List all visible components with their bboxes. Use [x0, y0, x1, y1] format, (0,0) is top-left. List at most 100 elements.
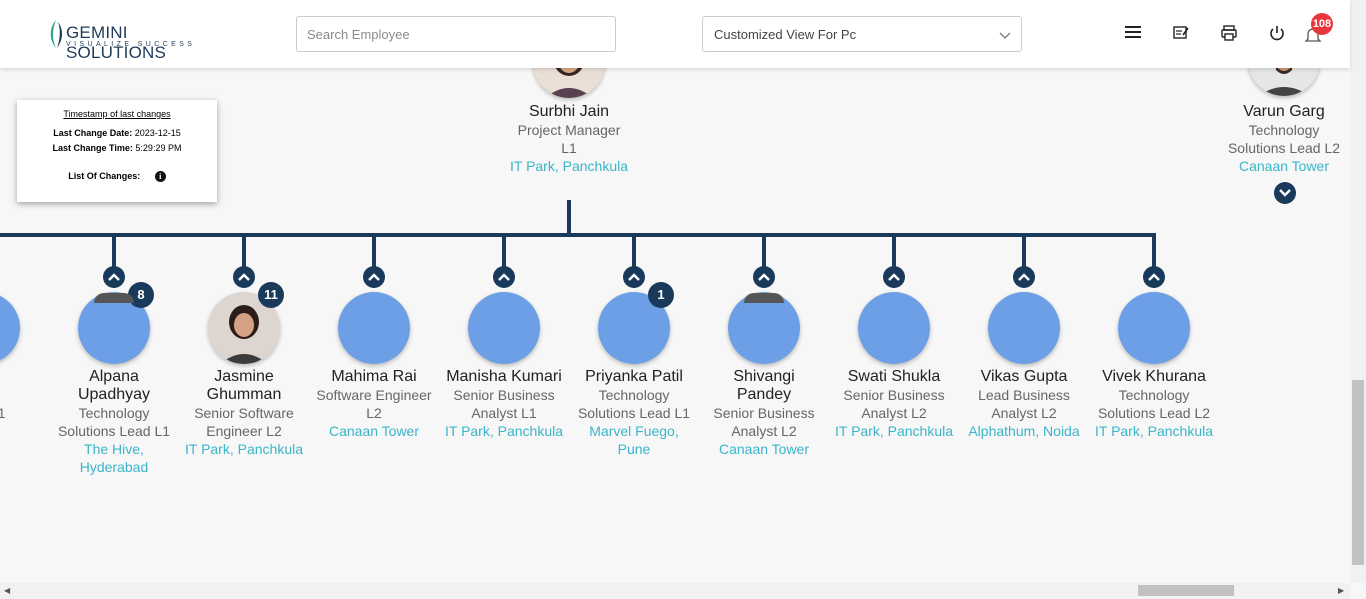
employee-designation: Solutions Lead L2	[1097, 405, 1211, 421]
chevron-up-icon	[238, 273, 250, 281]
employee-designation: ead L1	[0, 405, 6, 421]
employee-designation: Senior Business	[713, 405, 815, 421]
employee-node: Manisha Kumari Senior Business Analyst L1 I…	[439, 368, 569, 440]
list-of-changes-row: List Of Changes: i	[17, 171, 217, 183]
timestamp-card: Timestamp of last changes Last Change Da…	[17, 100, 217, 202]
collapse-toggle[interactable]	[493, 266, 515, 288]
employee-name[interactable]: Jasmine	[179, 368, 309, 386]
manager-node-surbhi: Surbhi Jain Project Manager L1 IT Park, …	[504, 103, 634, 175]
employee-location: Marvel Fuego,	[589, 423, 679, 439]
view-select[interactable]: Customized View For Pc	[702, 16, 1022, 52]
vertical-scroll-thumb[interactable]	[1352, 380, 1364, 565]
collapse-toggle[interactable]	[363, 266, 385, 288]
employee-name[interactable]: Pandey	[699, 386, 829, 404]
vertical-scrollbar[interactable]	[1350, 0, 1366, 583]
employee-location: IT Park, Panchkula	[444, 423, 564, 439]
report-count-badge[interactable]: 11	[258, 282, 284, 308]
list-of-changes-label: List Of Changes:	[68, 171, 141, 181]
employee-designation: Analyst L1	[471, 405, 537, 421]
last-change-time-value: 5:29:29 PM	[135, 143, 182, 153]
avatar[interactable]	[1118, 292, 1190, 364]
manager-node-varun: Varun Garg Technology Solutions Lead L2 …	[1219, 103, 1349, 175]
chevron-up-icon	[108, 273, 120, 281]
chevron-down-icon	[999, 32, 1011, 39]
timestamp-title: Timestamp of last changes	[63, 109, 171, 119]
employee-location: Canaan Tower	[1238, 158, 1330, 174]
employee-designation: Senior Business	[843, 387, 945, 403]
notification-count-badge: 108	[1311, 13, 1333, 35]
avatar[interactable]	[858, 292, 930, 364]
last-change-date-row: Last Change Date: 2023-12-15	[17, 128, 217, 138]
employee-designation: Analyst L2	[991, 405, 1057, 421]
employee-name[interactable]: Shivangi	[699, 368, 829, 386]
avatar[interactable]	[468, 292, 540, 364]
org-chart: Surbhi Jain Project Manager L1 IT Park, …	[0, 0, 1350, 583]
scroll-right-arrow-icon[interactable]: ▶	[1338, 586, 1344, 595]
collapse-toggle[interactable]	[753, 266, 775, 288]
employee-name[interactable]: Vivek Khurana	[1089, 368, 1219, 386]
edit-note-icon[interactable]	[1172, 24, 1190, 42]
employee-designation: Solutions Lead L2	[1227, 140, 1341, 156]
collapse-toggle[interactable]	[883, 266, 905, 288]
employee-name[interactable]: Alpana	[49, 368, 179, 386]
employee-name[interactable]: Vikas Gupta	[959, 368, 1089, 386]
employee-name[interactable]: Upadhyay	[49, 386, 179, 404]
collapse-toggle[interactable]	[623, 266, 645, 288]
employee-name[interactable]: Jain	[0, 368, 49, 386]
employee-name[interactable]: Manisha Kumari	[439, 368, 569, 386]
leaf-logo-icon	[50, 20, 63, 48]
employee-location: IT Park, Panchkula	[834, 423, 954, 439]
menu-icon[interactable]	[1124, 24, 1142, 40]
employee-node: Vivek Khurana Technology Solutions Lead L2…	[1089, 368, 1219, 440]
employee-designation: Senior Software	[194, 405, 294, 421]
report-count-badge[interactable]: 8	[128, 282, 154, 308]
employee-name[interactable]: Ghumman	[179, 386, 309, 404]
employee-location: Pune	[617, 441, 651, 457]
employee-node: Alpana Upadhyay Technology Solutions Lead L…	[49, 368, 179, 476]
employee-name[interactable]: Surbhi Jain	[504, 103, 634, 121]
employee-designation: Technology	[1248, 122, 1320, 138]
print-icon[interactable]	[1220, 24, 1238, 42]
employee-name[interactable]: Swati Shukla	[829, 368, 959, 386]
photo-strip	[94, 293, 134, 303]
employee-designation: Solutions Lead L1	[577, 405, 691, 421]
collapse-toggle[interactable]	[1143, 266, 1165, 288]
employee-node: Jasmine Ghumman Senior Software Engineer L2…	[179, 368, 309, 458]
collapse-toggle[interactable]	[103, 266, 125, 288]
avatar[interactable]	[338, 292, 410, 364]
horizontal-scroll-thumb[interactable]	[1138, 585, 1234, 596]
employee-node: Jainogyead L1ower	[0, 368, 49, 440]
info-icon[interactable]: i	[154, 171, 166, 183]
chevron-down-icon	[1279, 189, 1291, 197]
scroll-left-arrow-icon[interactable]: ◀	[4, 586, 10, 595]
chevron-up-icon	[498, 273, 510, 281]
collapse-toggle[interactable]	[1013, 266, 1035, 288]
chevron-up-icon	[758, 273, 770, 281]
expand-toggle[interactable]	[1274, 182, 1296, 204]
employee-designation: Technology	[1118, 387, 1190, 403]
power-icon[interactable]	[1268, 24, 1286, 42]
employee-designation: Solutions Lead L1	[57, 423, 171, 439]
view-select-value: Customized View For Pc	[714, 27, 857, 42]
employee-location: IT Park, Panchkula	[509, 158, 629, 174]
chevron-up-icon	[628, 273, 640, 281]
employee-name[interactable]: Mahima Rai	[309, 368, 439, 386]
avatar[interactable]	[988, 292, 1060, 364]
employee-location: Canaan Tower	[328, 423, 420, 439]
last-change-date-value: 2023-12-15	[134, 128, 181, 138]
collapse-toggle[interactable]	[233, 266, 255, 288]
employee-designation: Technology	[78, 405, 150, 421]
employee-location: IT Park, Panchkula	[1094, 423, 1214, 439]
employee-designation: L2	[366, 405, 382, 421]
employee-name[interactable]: Priyanka Patil	[569, 368, 699, 386]
employee-designation: Senior Business	[453, 387, 555, 403]
gemini-logo[interactable]: GEMINI SOLUTIONS VISUALIZE SUCCESS	[46, 18, 216, 62]
employee-name[interactable]: Varun Garg	[1219, 103, 1349, 121]
employee-node: Shivangi Pandey Senior Business Analyst L2 C…	[699, 368, 829, 458]
employee-designation: Lead Business	[978, 387, 1070, 403]
employee-designation: Analyst L2	[861, 405, 927, 421]
report-count-badge[interactable]: 1	[648, 282, 674, 308]
horizontal-scrollbar[interactable]: ◀ ▶	[0, 583, 1350, 599]
chevron-up-icon	[1148, 273, 1160, 281]
search-employee-input[interactable]	[296, 16, 616, 52]
